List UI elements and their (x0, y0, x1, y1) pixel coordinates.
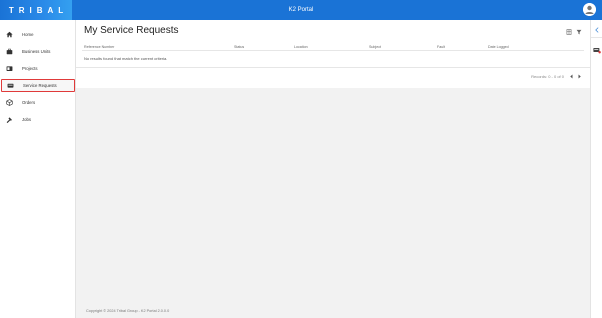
projects-icon (5, 65, 13, 73)
tribal-logo[interactable]: TRIBAL (0, 0, 72, 20)
sidebar-item-orders[interactable]: Orders (1, 96, 75, 109)
column-header-reference-number[interactable]: Reference Number (84, 45, 114, 49)
column-header-date-logged[interactable]: Date Logged (488, 45, 509, 49)
filter-icon[interactable] (576, 29, 582, 35)
right-rail (590, 20, 602, 318)
sidebar-item-jobs[interactable]: Jobs (1, 113, 75, 126)
divider (591, 37, 602, 38)
orders-icon (5, 99, 13, 107)
page-title: My Service Requests (84, 25, 179, 36)
footer-copyright: Copyright © 2024 Tribal Group - K2 Porta… (86, 309, 170, 313)
sidebar-item-projects[interactable]: Projects (1, 62, 75, 75)
sidebar-item-label: Service Requests (23, 83, 57, 88)
jobs-icon (5, 116, 13, 124)
chevron-left-icon[interactable] (593, 26, 601, 34)
column-header-fault[interactable]: Fault (437, 45, 445, 49)
pagination: Records: 0 - 0 of 0 (531, 73, 582, 79)
briefcase-icon (5, 48, 13, 56)
column-header-subject[interactable]: Subject (369, 45, 381, 49)
table-header: Reference Number Status Location Subject… (82, 44, 584, 51)
sidebar-item-label: Orders (22, 100, 36, 105)
main-content: My Service Requests Reference Number Sta… (76, 20, 590, 318)
columns-icon[interactable] (566, 29, 572, 35)
sidebar-item-label: Projects (22, 66, 38, 71)
service-requests-icon (6, 82, 14, 90)
divider (76, 67, 590, 68)
sidebar-item-label: Jobs (22, 117, 32, 122)
sidebar-item-label: Home (22, 32, 34, 37)
previous-page-icon[interactable] (568, 73, 574, 79)
top-bar: TRIBAL K2 Portal (0, 0, 602, 20)
table-toolbar (566, 29, 582, 35)
app-title: K2 Portal (288, 7, 314, 13)
column-header-status[interactable]: Status (234, 45, 244, 49)
column-header-location[interactable]: Location (294, 45, 308, 49)
sidebar-item-home[interactable]: Home (1, 28, 75, 41)
service-request-notification-icon[interactable] (593, 46, 601, 54)
sidebar: Home Business Units Projects Service Req… (0, 20, 76, 318)
user-avatar-icon[interactable] (583, 3, 596, 16)
empty-results-message: No results found that match the current … (84, 56, 168, 61)
sidebar-item-business-units[interactable]: Business Units (1, 45, 75, 58)
sidebar-item-service-requests[interactable]: Service Requests (1, 79, 75, 92)
service-requests-panel: My Service Requests Reference Number Sta… (76, 20, 590, 88)
next-page-icon[interactable] (576, 73, 582, 79)
sidebar-item-label: Business Units (22, 49, 51, 54)
home-icon (5, 31, 13, 39)
records-count: Records: 0 - 0 of 0 (531, 73, 564, 79)
